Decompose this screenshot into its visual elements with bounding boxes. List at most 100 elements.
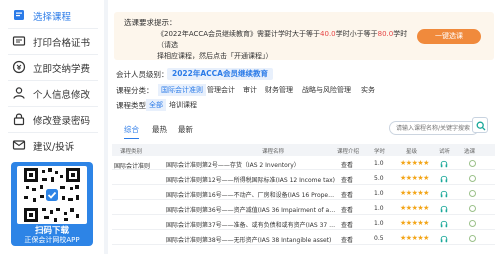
course-hours: 1.0 [374,190,384,197]
table-row: 国际会计准则第38号——无形资产(IAS 38 Intangible asset… [112,232,495,245]
star-empty-icon: ★ [423,159,429,167]
headphones-icon[interactable] [440,205,448,213]
table-row: 国际会计准则第37号——准备、或有负债和或有资产(IAS 37 Provisio… [112,217,495,230]
table-row: 国际会计准则第12号——所得税国际标准(IAS 12 Income tax) 查看… [112,172,495,185]
notice-text: 《2022年ACCA会员继续教育》需要计学时大于等于 [157,30,321,38]
headphones-icon[interactable] [440,160,448,168]
sort-tab-newest[interactable]: 最新 [178,124,193,135]
rating-stars: ★★★★★ [400,234,429,242]
header-rating: 星级 [406,149,418,155]
course-name[interactable]: 国际会计准则第38号——无形资产(IAS 38 Intangible asset… [166,235,336,244]
rating-stars: ★★★★★ [400,219,429,227]
payment-icon [12,60,26,74]
mail-icon [12,140,26,150]
header-select: 选课 [464,149,476,155]
course-name[interactable]: 国际会计准则第12号——所得税国际标准(IAS 12 Income tax) [166,175,336,184]
headphones-icon[interactable] [440,175,448,183]
sidebar-item-label: 个人信息修改 [33,90,91,101]
view-intro-link[interactable]: 查看 [341,220,353,229]
printer-icon [12,36,26,46]
course-requirement-notice: 选课要求提示： 《2022年ACCA会员继续教育》需要计学时大于等于40.0学时… [114,12,494,60]
sidebar-item-change-password[interactable]: 修改登录密码 [0,110,104,128]
sidebar-item-label: 立即交纳学费 [33,64,91,75]
course-category-label: 课程分类： [116,86,154,95]
course-hours: 1.0 [374,160,384,167]
member-level-tag[interactable]: 2022年ACCA会员继续教育 [167,68,273,80]
sidebar-item-label: 选择课程 [33,12,72,23]
table-row: 国际会计准则第36号——资产减值(IAS 36 Impairment of as… [112,202,495,215]
headphones-icon[interactable] [440,220,448,228]
min-hours: 40.0 [320,30,336,38]
type-training[interactable]: 培训课程 [169,100,197,110]
member-level-label: 会计人员级别： [116,70,169,79]
qr-subtitle: 正保会计网校APP [24,236,80,244]
sort-tab-hottest[interactable]: 最热 [152,124,167,135]
course-name[interactable]: 国际会计准则第2号——存货（IAS 2 Inventory） [166,160,336,169]
select-course-radio[interactable] [469,220,476,227]
headphones-icon[interactable] [440,190,448,198]
table-header: 课程类别 课程名称 课程介绍 学时 星级 试听 选课 [112,144,495,156]
select-course-radio[interactable] [469,175,476,182]
star-empty-icon: ★ [423,189,429,197]
sidebar: 选择课程 打印合格证书 立即交纳学费 个人信息修改 修改登录密码 建议/投诉 扫… [0,0,104,254]
header-listen: 试听 [439,149,451,155]
star-empty-icon: ★ [423,204,429,212]
header-intro: 课程介绍 [337,149,360,155]
header-hours: 学时 [374,149,386,155]
course-name[interactable]: 国际会计准则第36号——资产减值(IAS 36 Impairment of as… [166,205,336,214]
view-intro-link[interactable]: 查看 [341,160,353,169]
notice-text: 择相应课程，然后点击「开通课程」） [157,52,273,60]
sort-tab-comprehensive[interactable]: 综合 [124,124,139,139]
app-download-qr: 扫码下载 正保会计网校APP [11,162,93,246]
select-course-radio[interactable] [469,205,476,212]
book-icon [14,10,24,20]
select-course-radio[interactable] [469,190,476,197]
rating-stars: ★★★★★ [400,189,429,197]
notice-body: 《2022年ACCA会员继续教育》需要计学时大于等于40.0学时小于等于80.0… [157,29,409,62]
header-category: 课程类别 [120,149,143,155]
category-financial-management[interactable]: 财务管理 [265,85,293,95]
search-icon [476,121,486,131]
table-row: 国际会计准则第16号——不动产、厂房和设备(IAS 16 Property, P… [112,187,495,200]
category-practice[interactable]: 实务 [361,85,375,95]
sidebar-item-feedback[interactable]: 建议/投诉 [0,136,104,154]
select-course-radio[interactable] [469,160,476,167]
view-intro-link[interactable]: 查看 [341,205,353,214]
app-root: 选择课程 打印合格证书 立即交纳学费 个人信息修改 修改登录密码 建议/投诉 扫… [0,0,500,254]
course-hours: 1.0 [374,220,384,227]
view-intro-link[interactable]: 查看 [341,235,353,244]
divider [8,80,98,81]
user-icon [13,87,25,99]
one-click-select-button[interactable]: 一键选课 [417,29,481,44]
course-hours: 1.0 [374,205,384,212]
category-strategy-risk[interactable]: 战略与风险管理 [302,85,351,95]
view-intro-link[interactable]: 查看 [341,190,353,199]
course-name[interactable]: 国际会计准则第37号——准备、或有负债和或有资产(IAS 37 Provisio… [166,220,336,229]
category-audit[interactable]: 审计 [243,85,257,95]
table-row: 国际会计准则第2号——存货（IAS 2 Inventory） 查看 1.0 ★★★★★ [112,157,495,170]
category-management-accounting[interactable]: 管理会计 [207,85,235,95]
rating-stars: ★★★★★ [400,174,429,182]
select-course-radio[interactable] [469,235,476,242]
course-name[interactable]: 国际会计准则第16号——不动产、厂房和设备(IAS 16 Property, P… [166,190,336,199]
search-button[interactable] [472,117,488,133]
qr-code [17,166,87,224]
type-all[interactable]: 全部 [146,99,166,111]
sidebar-item-print-certificate[interactable]: 打印合格证书 [0,32,104,50]
rating-stars: ★★★★★ [400,204,429,212]
category-international-accounting-standards[interactable]: 国际会计准则 [158,84,206,96]
headphones-icon[interactable] [440,235,448,243]
course-hours: 5.0 [374,175,384,182]
divider [8,132,98,133]
view-intro-link[interactable]: 查看 [341,175,353,184]
notice-title: 选课要求提示： [124,18,177,27]
sidebar-item-select-course[interactable]: 选择课程 [0,6,104,24]
star-empty-icon: ★ [423,219,429,227]
star-empty-icon: ★ [423,174,429,182]
main-panel: 选课要求提示： 《2022年ACCA会员继续教育》需要计学时大于等于40.0学时… [108,0,500,254]
star-empty-icon: ★ [423,234,429,242]
sidebar-item-label: 修改登录密码 [33,116,91,127]
sidebar-item-edit-profile[interactable]: 个人信息修改 [0,84,104,102]
sidebar-item-pay-tuition[interactable]: 立即交纳学费 [0,58,104,76]
course-search-input[interactable] [389,121,479,135]
